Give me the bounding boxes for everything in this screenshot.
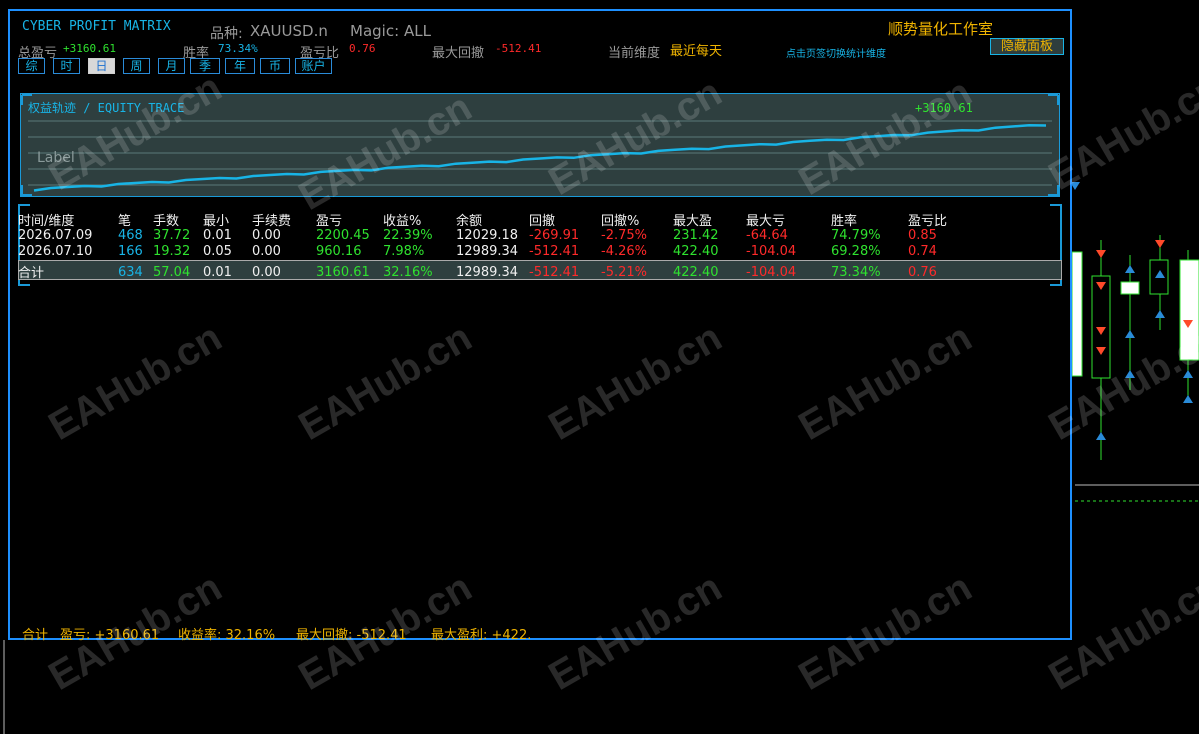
magic-label: Magic:	[350, 22, 400, 40]
row-0-cell-min: 0.01	[203, 228, 232, 243]
pl-ratio-value: 0.76	[349, 42, 376, 55]
row-0-cell-fee: 0.00	[252, 228, 281, 243]
row-1-cell-pl-ratio: 0.74	[908, 244, 937, 259]
symbol-value: XAUUSD.n	[250, 22, 328, 40]
row-1-cell-lots: 19.32	[153, 244, 191, 259]
col-header-count: 笔	[118, 214, 132, 229]
tab-overview[interactable]: 综	[18, 58, 45, 74]
col-header-max-profit: 最大盈	[673, 214, 713, 229]
max-dd-value: -512.41	[495, 42, 542, 55]
tab-currency[interactable]: 币	[260, 58, 290, 74]
tab-day[interactable]: 日	[88, 58, 115, 74]
magic-value: ALL	[404, 22, 431, 40]
row-0-cell-win-rate: 74.79%	[831, 228, 881, 243]
tab-week[interactable]: 周	[123, 58, 150, 74]
col-header-min: 最小	[203, 214, 230, 229]
row-0-cell-pl-ratio: 0.85	[908, 228, 937, 243]
total-cell-drawdown-pct: -5.21%	[601, 265, 647, 280]
row-1-cell-balance: 12989.34	[456, 244, 519, 259]
row-1-cell-max-profit: 422.40	[673, 244, 719, 259]
row-0-cell-drawdown: -269.91	[529, 228, 580, 243]
total-cell-fee: 0.00	[252, 265, 281, 280]
row-0-cell-lots: 37.72	[153, 228, 191, 243]
col-header-dimension: 时间/维度	[18, 214, 75, 229]
row-1-cell-max-loss: -104.04	[746, 244, 797, 259]
footer-return: 收益率: 32.16%	[178, 628, 276, 643]
footer-total-label: 合计	[22, 628, 49, 643]
row-1-cell-return: 7.98%	[383, 244, 425, 259]
row-1-cell-pl: 960.16	[316, 244, 362, 259]
total-cell-max-profit: 422.40	[673, 265, 719, 280]
total-cell-max-loss: -104.04	[746, 265, 797, 280]
col-header-balance: 余额	[456, 214, 483, 229]
panel-title: CYBER PROFIT MATRIX	[22, 19, 171, 34]
row-0-cell-max-profit: 231.42	[673, 228, 719, 243]
row-1-cell-drawdown: -512.41	[529, 244, 580, 259]
hide-panel-button[interactable]: 隐藏面板	[990, 38, 1064, 55]
tab-account[interactable]: 账户	[295, 58, 332, 74]
total-cell-pl: 3160.61	[316, 265, 370, 280]
row-0-cell-return: 22.39%	[383, 228, 433, 243]
row-1-cell-drawdown-pct: -4.26%	[601, 244, 647, 259]
total-cell-min: 0.01	[203, 265, 232, 280]
total-cell-balance: 12989.34	[456, 265, 519, 280]
total-pl-value: +3160.61	[63, 42, 116, 55]
row-1-cell-fee: 0.00	[252, 244, 281, 259]
total-cell-return: 32.16%	[383, 265, 433, 280]
col-header-max-loss: 最大亏	[746, 214, 786, 229]
total-cell-drawdown: -512.41	[529, 265, 580, 280]
dimension-label: 当前维度	[608, 46, 661, 61]
col-header-win-rate: 胜率	[831, 214, 858, 229]
col-header-fee: 手续费	[252, 214, 292, 229]
row-0-cell-max-loss: -64.64	[746, 228, 788, 243]
row-0-cell-count: 468	[118, 228, 143, 243]
tab-hour[interactable]: 时	[53, 58, 80, 74]
tab-year[interactable]: 年	[225, 58, 255, 74]
row-0-cell-pl: 2200.45	[316, 228, 370, 243]
studio-name: 顺势量化工作室	[888, 20, 994, 38]
row-0-cell-drawdown-pct: -2.75%	[601, 228, 647, 243]
col-header-drawdown: 回撤	[529, 214, 556, 229]
max-dd-label: 最大回撤	[432, 46, 485, 61]
row-1-cell-count: 166	[118, 244, 143, 259]
win-rate-value: 73.34%	[218, 42, 258, 55]
col-header-pl-ratio: 盈亏比	[908, 214, 948, 229]
col-header-return: 收益%	[383, 214, 422, 229]
dimension-value: 最近每天	[670, 44, 723, 59]
total-cell-pl-ratio: 0.76	[908, 265, 937, 280]
col-header-drawdown-pct: 回撤%	[601, 214, 640, 229]
row-0-cell-balance: 12029.18	[456, 228, 519, 243]
total-cell-dimension: 合计	[18, 266, 45, 281]
row-0-cell-dimension: 2026.07.09	[18, 228, 93, 243]
footer-max-profit: 最大盈利: +422.	[431, 628, 532, 643]
symbol-label: 品种:	[210, 26, 243, 42]
total-cell-lots: 57.04	[153, 265, 191, 280]
total-cell-win-rate: 73.34%	[831, 265, 881, 280]
tab-month[interactable]: 月	[158, 58, 185, 74]
total-cell-count: 634	[118, 265, 143, 280]
row-1-cell-dimension: 2026.07.10	[18, 244, 93, 259]
row-1-cell-win-rate: 69.28%	[831, 244, 881, 259]
row-1-cell-min: 0.05	[203, 244, 232, 259]
hint-text: 点击页签切换统计维度	[786, 49, 886, 60]
col-header-lots: 手数	[153, 214, 180, 229]
